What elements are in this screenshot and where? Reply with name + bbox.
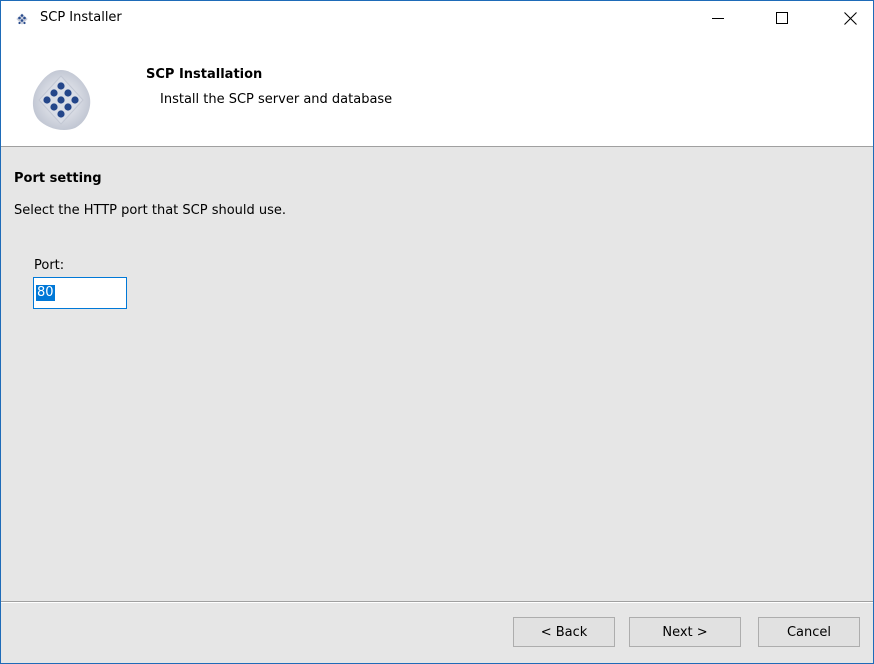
section-title: Port setting bbox=[14, 171, 102, 186]
port-input[interactable]: 80 bbox=[33, 277, 127, 309]
wizard-content: Port setting Select the HTTP port that S… bbox=[1, 147, 873, 601]
title-bar[interactable]: SCP Installer bbox=[1, 1, 873, 35]
header-title: SCP Installation bbox=[146, 67, 263, 82]
scp-logo-icon bbox=[32, 70, 91, 130]
cancel-button[interactable]: Cancel bbox=[758, 617, 860, 647]
minimize-icon bbox=[712, 18, 724, 19]
maximize-button[interactable] bbox=[759, 1, 805, 35]
window-title: SCP Installer bbox=[40, 10, 122, 25]
scp-diamond-icon bbox=[16, 13, 28, 25]
next-button[interactable]: Next > bbox=[629, 617, 741, 647]
back-button[interactable]: < Back bbox=[513, 617, 615, 647]
header-subtitle: Install the SCP server and database bbox=[160, 92, 393, 107]
port-label: Port: bbox=[34, 258, 65, 273]
port-value: 80 bbox=[36, 285, 55, 301]
maximize-icon bbox=[776, 12, 788, 24]
installer-window: SCP Installer SCP Installation Install t… bbox=[0, 0, 874, 664]
minimize-button[interactable] bbox=[695, 1, 741, 35]
close-button[interactable] bbox=[827, 1, 873, 35]
section-description: Select the HTTP port that SCP should use… bbox=[14, 203, 287, 218]
wizard-footer: < Back Next > Cancel bbox=[1, 603, 873, 663]
wizard-header: SCP Installation Install the SCP server … bbox=[1, 35, 873, 147]
close-icon bbox=[843, 11, 857, 25]
